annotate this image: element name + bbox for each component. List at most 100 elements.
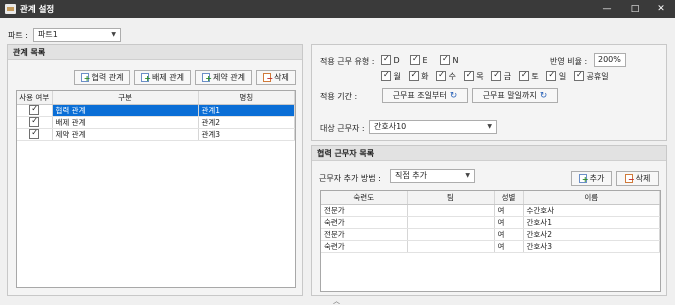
day-fri[interactable]: 금 [491, 70, 512, 81]
day-checkbox[interactable] [381, 70, 391, 81]
day-checkbox[interactable] [546, 70, 557, 81]
chevron-up-icon[interactable]: ︿ [333, 296, 340, 305]
day-checkbox[interactable] [436, 70, 447, 81]
table-row[interactable]: 배제 관계 관계2 [17, 116, 295, 129]
add-coworker-button[interactable]: 추가 [571, 171, 612, 186]
use-checkbox[interactable] [29, 104, 40, 115]
delete-coworker-label: 삭제 [635, 174, 651, 183]
refresh-icon: ↻ [449, 91, 458, 101]
delete-document-icon [263, 72, 273, 85]
delete-document-icon [624, 173, 635, 186]
app-icon [5, 4, 16, 14]
name-cell: 간호사3 [523, 240, 660, 253]
period-end-label: 근무표 말일까지 [482, 91, 537, 100]
column-header[interactable]: 숙련도 [321, 191, 408, 205]
column-header[interactable]: 사용 여부 [17, 91, 53, 105]
maximize-button[interactable]: □ [621, 0, 649, 18]
table-row[interactable]: 전문가 여 간호사2 [321, 228, 660, 241]
relation-table[interactable]: 사용 여부 구분 명칭 협력 관계 관계1 배제 관계 관계2 [16, 90, 296, 288]
day-sat[interactable]: 토 [518, 70, 539, 81]
chevron-down-icon: ▼ [111, 31, 116, 38]
day-tue[interactable]: 화 [408, 70, 429, 81]
use-checkbox[interactable] [29, 128, 40, 139]
team-cell [407, 216, 495, 229]
period-start-button[interactable]: 근무표 조일부터 ↻ [382, 88, 468, 103]
team-cell [407, 240, 495, 253]
use-checkbox[interactable] [29, 116, 40, 127]
day-checkbox[interactable] [463, 70, 474, 81]
add-cooperate-button[interactable]: 협력 관계 [74, 70, 130, 85]
column-header[interactable]: 성별 [494, 191, 524, 205]
column-header[interactable]: 구분 [52, 91, 199, 105]
day-checkbox[interactable] [573, 70, 584, 81]
column-header[interactable]: 이름 [523, 191, 660, 205]
day-wed[interactable]: 수 [436, 70, 456, 81]
add-exclude-button[interactable]: 배제 관계 [134, 70, 191, 85]
add-document-icon [578, 173, 589, 186]
period-end-button[interactable]: 근무표 말일까지 ↻ [472, 88, 558, 103]
days-group: 월 화 수 목 금 토 일 공휴일 [381, 70, 671, 82]
coworker-panel: 협력 근무자 목록 근무자 추가 방법 : 직접 추가 ▼ 추가 삭제 숙련도 … [311, 145, 667, 296]
day-label: 일 [558, 72, 567, 81]
minimize-button[interactable]: — [593, 0, 621, 18]
add-document-icon [141, 72, 151, 85]
table-row[interactable]: 숙련가 여 간호사3 [321, 240, 660, 253]
refresh-icon: ↻ [539, 91, 548, 101]
add-restrict-button[interactable]: 제약 관계 [195, 70, 252, 85]
table-row[interactable]: 협력 관계 관계1 [17, 104, 295, 117]
work-type-n[interactable]: N [440, 54, 459, 65]
delete-coworker-button[interactable]: 삭제 [616, 171, 659, 186]
work-type-checkbox[interactable] [440, 54, 450, 65]
day-sun[interactable]: 일 [546, 70, 567, 81]
column-header[interactable]: 팀 [407, 191, 495, 205]
day-mon[interactable]: 월 [381, 70, 401, 81]
ratio-label: 반영 비율 : [550, 57, 588, 66]
relation-kind: 협력 관계 [52, 104, 199, 117]
ratio-input[interactable]: 200% [594, 53, 626, 67]
work-type-checkbox[interactable] [410, 54, 420, 65]
target-worker-select[interactable]: 간호사10 ▼ [369, 120, 497, 134]
name-cell: 간호사2 [523, 228, 660, 241]
day-checkbox[interactable] [491, 70, 502, 81]
close-button[interactable]: ✕ [647, 0, 675, 18]
period-label: 적용 기간 : [320, 92, 358, 101]
column-header[interactable]: 명칭 [198, 91, 295, 105]
add-method-select[interactable]: 직접 추가 ▼ [390, 169, 475, 183]
gender-cell: 여 [494, 204, 524, 217]
work-type-e[interactable]: E [410, 54, 428, 65]
day-label: 토 [531, 72, 539, 81]
day-checkbox[interactable] [408, 70, 419, 81]
coworker-table[interactable]: 숙련도 팀 성별 이름 전문가 여 수간호사 숙련가 여 간호사1 전문가 여 … [320, 190, 661, 292]
add-restrict-label: 제약 관계 [213, 73, 245, 82]
gender-cell: 여 [494, 228, 524, 241]
work-type-d[interactable]: D [381, 54, 400, 65]
day-checkbox[interactable] [518, 70, 529, 81]
day-label: 공휴일 [586, 72, 609, 81]
work-type-d-label: D [393, 56, 400, 65]
relation-panel-title: 관계 목록 [8, 45, 302, 60]
work-type-e-label: E [422, 56, 428, 65]
day-label: 화 [421, 72, 429, 81]
day-thu[interactable]: 목 [463, 70, 484, 81]
skill-cell: 전문가 [321, 228, 408, 241]
add-document-icon [80, 72, 91, 85]
day-label: 금 [503, 72, 512, 81]
table-row[interactable]: 제약 관계 관계3 [17, 128, 295, 141]
name-cell: 간호사1 [523, 216, 660, 229]
team-cell [407, 204, 495, 217]
part-select[interactable]: 파트1 ▼ [33, 28, 121, 42]
delete-relation-button[interactable]: 삭제 [256, 70, 296, 85]
day-holiday[interactable]: 공휴일 [573, 70, 609, 81]
work-type-checkbox[interactable] [381, 54, 391, 65]
chevron-down-icon: ▼ [465, 172, 470, 179]
day-label: 목 [476, 72, 484, 81]
add-cooperate-label: 협력 관계 [91, 73, 124, 82]
work-type-n-label: N [452, 56, 459, 65]
skill-cell: 전문가 [321, 204, 408, 217]
table-row[interactable]: 전문가 여 수간호사 [321, 204, 660, 217]
table-row[interactable]: 숙련가 여 간호사1 [321, 216, 660, 229]
day-label: 월 [393, 72, 401, 81]
work-type-label: 적용 근무 유형 : [320, 57, 375, 66]
add-coworker-label: 추가 [589, 174, 605, 183]
part-label: 파트 : [8, 31, 28, 40]
